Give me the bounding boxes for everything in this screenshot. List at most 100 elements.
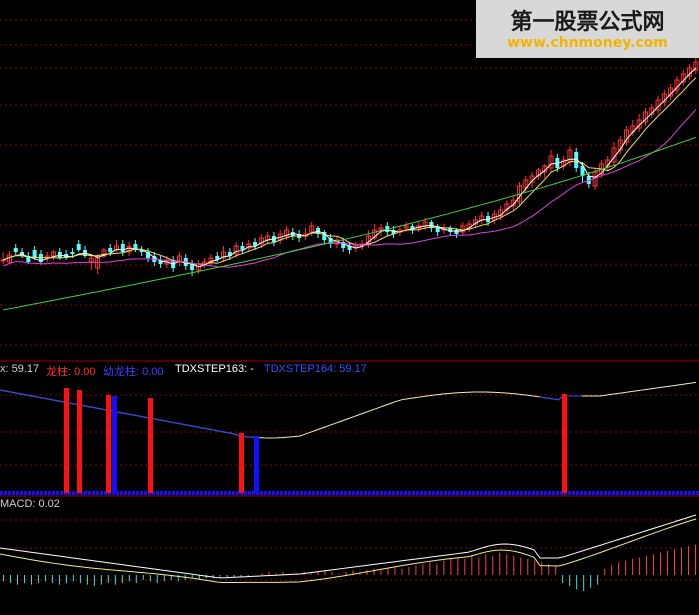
indicator-baseline-dot [440,491,443,495]
candle-body [76,244,81,250]
indicator-baseline-dot [232,491,235,495]
indicator-baseline-dot [572,491,575,495]
indicator-tdxstep163-label: TDXSTEP163: - [175,363,254,375]
indicator-baseline-dot [492,491,495,495]
indicator-baseline-dot [504,491,507,495]
indicator-baseline-dot [16,491,19,495]
indicator-baseline-dot [372,491,375,495]
indicator-baseline-dot [404,491,407,495]
indicator-baseline-dot [656,491,659,495]
dragon-bar-blue [112,396,117,493]
indicator-baseline-dot [488,491,491,495]
indicator-baseline-dot [156,491,159,495]
candle-body [454,230,459,234]
indicator-baseline-dot [268,491,271,495]
indicator-baseline-dot [280,491,283,495]
indicator-baseline-dot [12,491,15,495]
indicator-baseline-dot [600,491,603,495]
indicator-baseline-dot [304,491,307,495]
dragon-bar-red [64,388,69,493]
watermark-logo: 第一股票公式网 www.chnmoney.com [476,0,699,58]
candle-body [108,248,113,252]
indicator-baseline-dot [692,491,695,495]
indicator-baseline-dot [544,491,547,495]
indicator-baseline-dot [312,491,315,495]
indicator-baseline-dot [584,491,587,495]
indicator-baseline-dot [452,491,455,495]
indicator-baseline-dot [92,491,95,495]
indicator-dragon-bar-label: 龙柱: 0.00 [46,366,96,378]
indicator-baseline-dot [36,491,39,495]
indicator-baseline-dot [612,491,615,495]
indicator-baseline-dot [176,491,179,495]
indicator-baseline-dot [328,491,331,495]
indicator-baseline-dot [480,491,483,495]
indicator-baseline-dot [132,491,135,495]
indicator-baseline-dot [172,491,175,495]
indicator-baseline-dot [28,491,31,495]
indicator-baseline-dot [52,491,55,495]
indicator-baseline-dot [464,491,467,495]
indicator-baseline-dot [324,491,327,495]
indicator-baseline-dot [364,491,367,495]
indicator-baseline-dot [200,491,203,495]
indicator-baseline-dot [592,491,595,495]
indicator-baseline-dot [524,491,527,495]
indicator-baseline-dot [224,491,227,495]
indicator-baseline-dot [228,491,231,495]
indicator-baseline-dot [476,491,479,495]
candle-body [0,259,6,262]
indicator-baseline-dot [236,491,239,495]
indicator-baseline-dot [432,491,435,495]
indicator-baseline-dot [44,491,47,495]
indicator-baseline-dot [316,491,319,495]
indicator-baseline-dot [588,491,591,495]
price-chart[interactable] [0,0,699,615]
indicator-baseline-dot [308,491,311,495]
indicator-baseline-dot [384,491,387,495]
indicator-baseline-dot [360,491,363,495]
macd-dea-line [0,518,697,584]
indicator-baseline-dot [668,491,671,495]
indicator-baseline-dot [636,491,639,495]
ma-line-short [2,67,697,268]
indicator-baseline-dot [88,491,91,495]
indicator-baseline-dot [272,491,275,495]
indicator-baseline-dot [456,491,459,495]
indicator-line-blue [0,389,259,439]
indicator-baseline-dot [424,491,427,495]
indicator-baseline-dot [20,491,23,495]
indicator-baseline-dot [344,491,347,495]
indicator-baseline-dot [512,491,515,495]
indicator-baseline-dot [660,491,663,495]
indicator-baseline-dot [448,491,451,495]
indicator-tdxstep164-label: TDXSTEP164: 59.17 [264,363,367,375]
indicator-baseline-dot [648,491,651,495]
indicator-baseline-dot [644,491,647,495]
indicator-baseline-dot [84,491,87,495]
indicator-baseline-dot [472,491,475,495]
indicator-baseline-dot [576,491,579,495]
indicator-baseline-dot [140,491,143,495]
indicator-baseline-dot [144,491,147,495]
indicator-baseline-dot [628,491,631,495]
indicator-baseline-dot [208,491,211,495]
indicator-baseline-dot [128,491,131,495]
indicator-baseline-dot [72,491,75,495]
indicator-baseline-dot [340,491,343,495]
indicator-baseline-dot [260,491,263,495]
indicator-baseline-dot [460,491,463,495]
indicator-baseline-dot [168,491,171,495]
indicator-baseline-dot [640,491,643,495]
indicator-baseline-dot [4,491,7,495]
indicator-baseline-dot [412,491,415,495]
indicator-baseline-dot [300,491,303,495]
indicator-baseline-dot [496,491,499,495]
indicator-baseline-dot [120,491,123,495]
indicator-baseline-dot [368,491,371,495]
indicator-baseline-dot [392,491,395,495]
indicator-baseline-dot [348,491,351,495]
indicator-baseline-dot [620,491,623,495]
candle-body [70,252,75,254]
indicator-baseline-dot [276,491,279,495]
